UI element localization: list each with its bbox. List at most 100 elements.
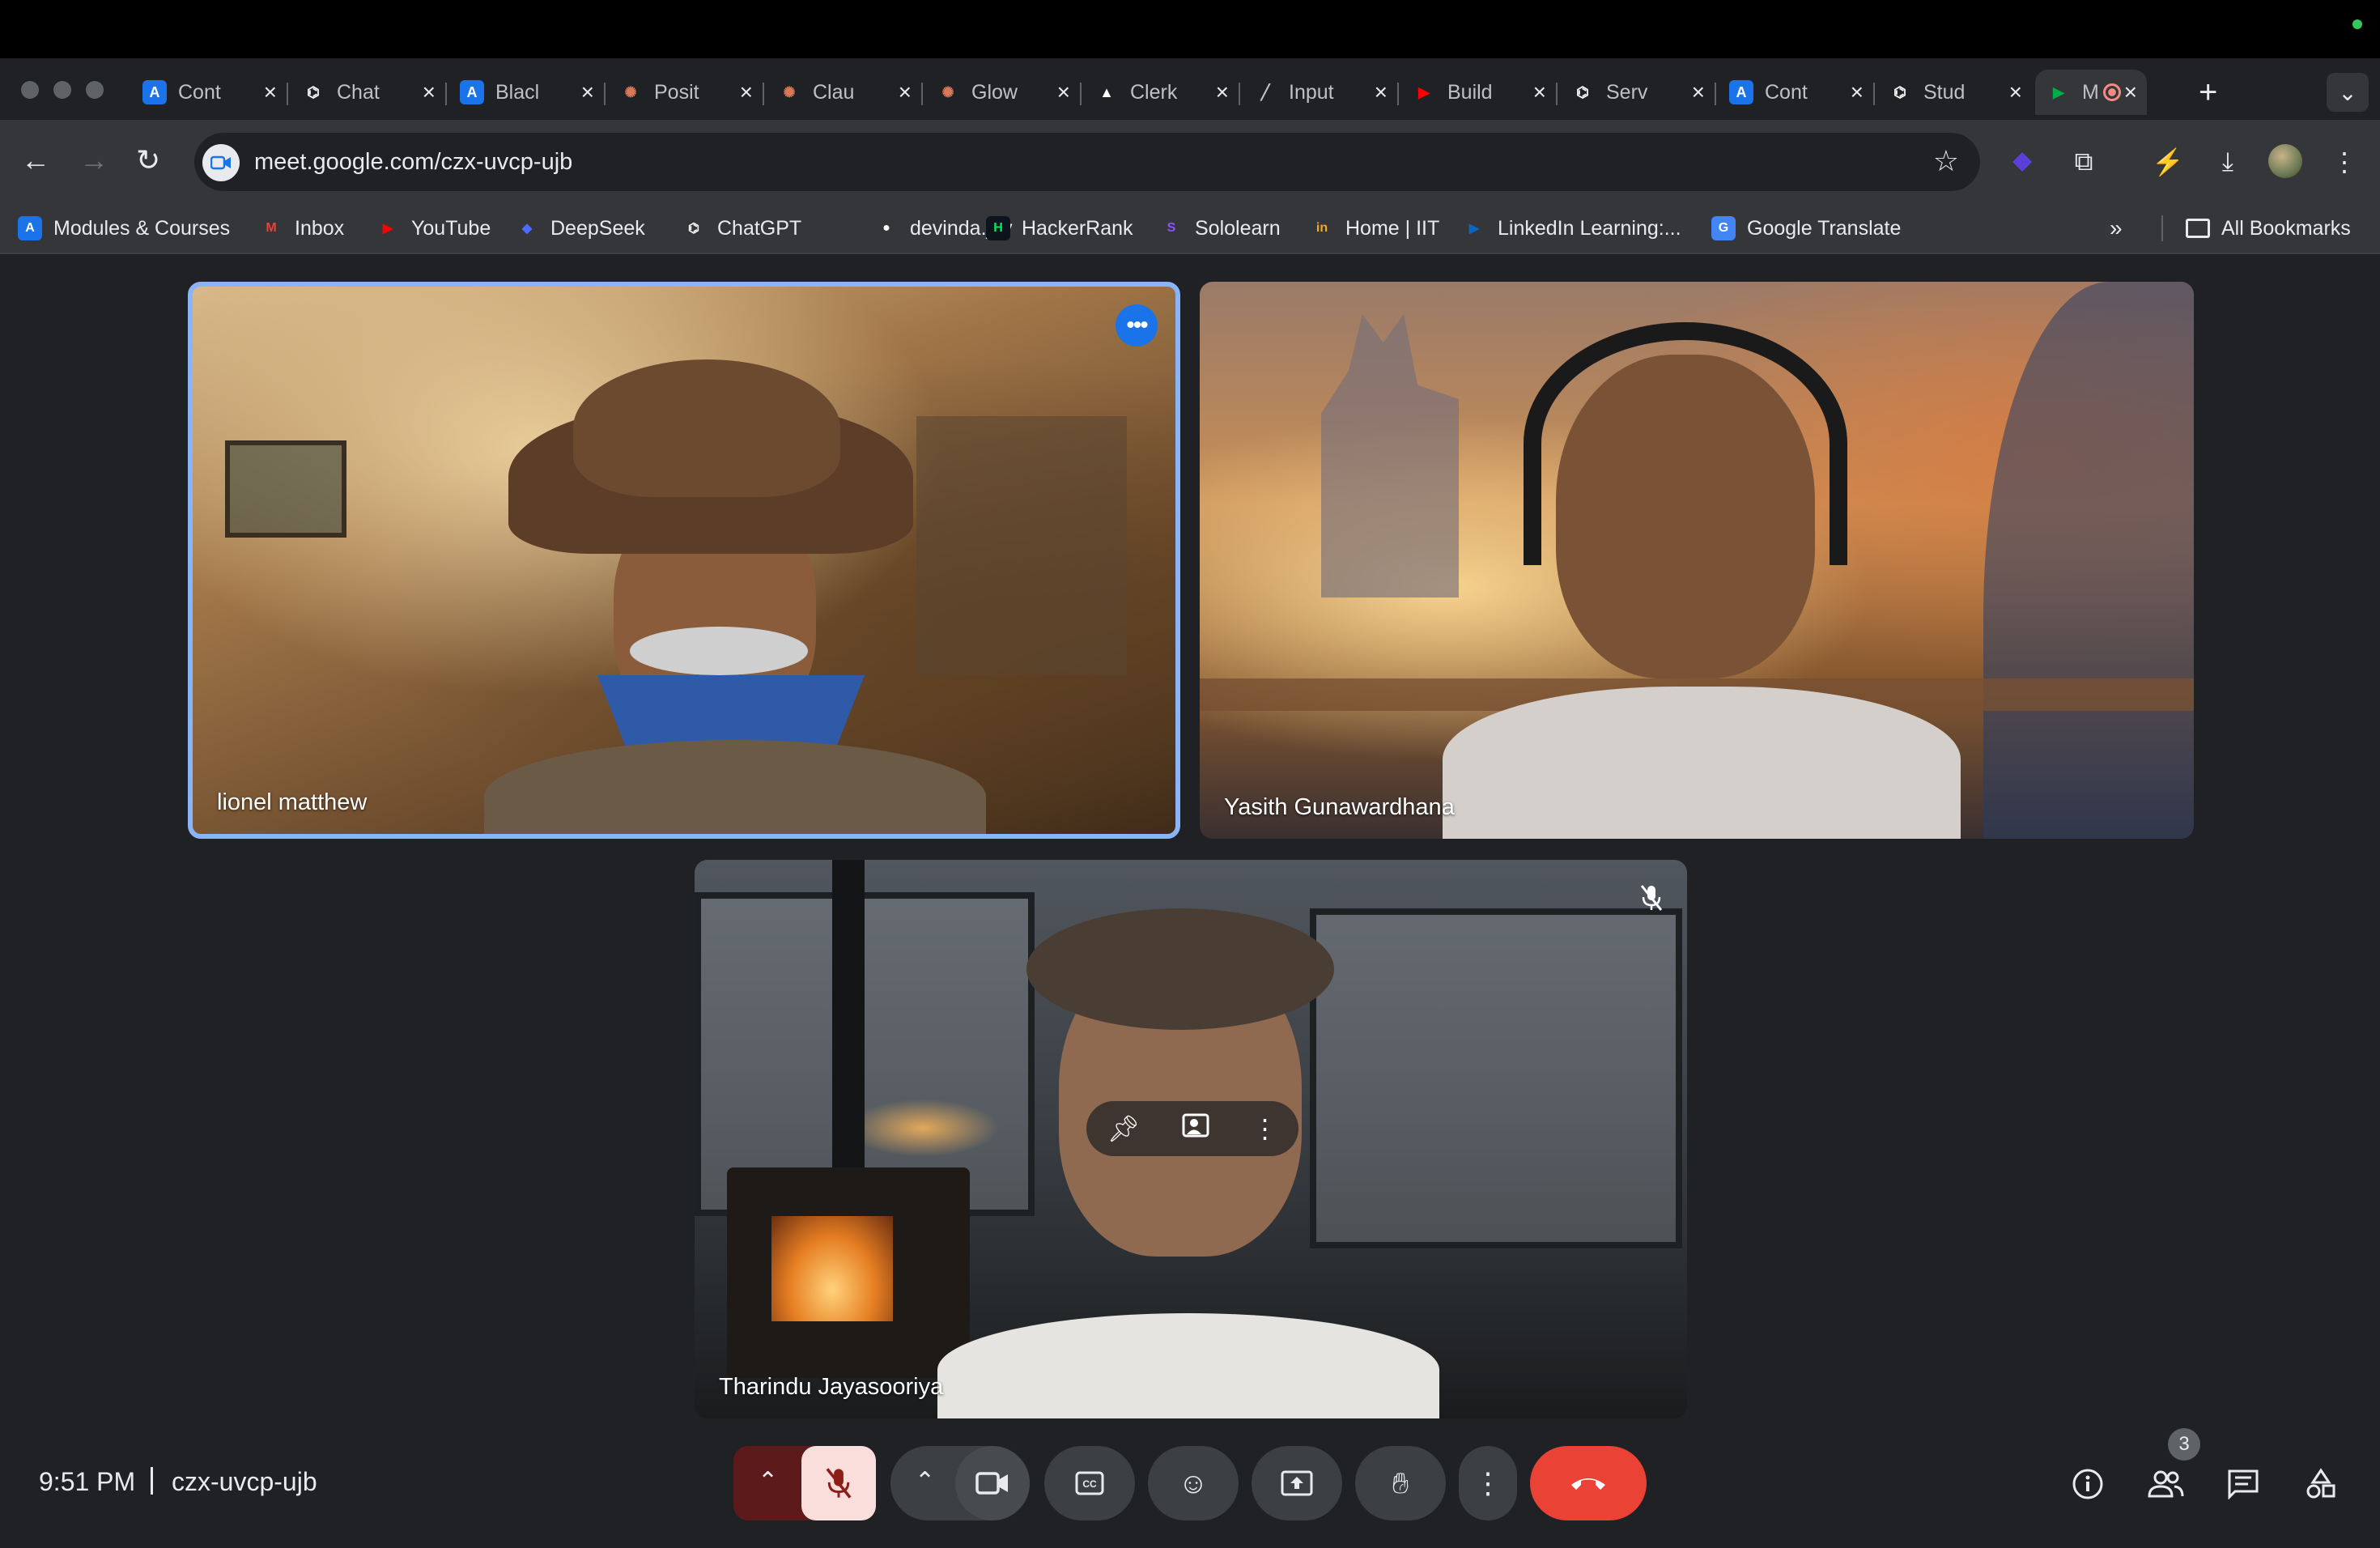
all-bookmarks-button[interactable]: All Bookmarks [2186, 214, 2351, 243]
present-screen-button[interactable] [1252, 1446, 1342, 1520]
bookmark-item[interactable]: ⌬ ChatGPT [682, 214, 801, 243]
pin-icon[interactable]: 📌︎ [1107, 1113, 1141, 1144]
video-options-button[interactable]: ⌃ [915, 1467, 935, 1495]
browser-tab[interactable]: ✺ Glow × [924, 70, 1082, 115]
svg-text:CC: CC [1082, 1478, 1097, 1490]
audio-options-button[interactable]: ⌃ [758, 1467, 778, 1495]
more-vert-icon[interactable]: ⋮ [1252, 1113, 1277, 1144]
toggle-camera-button[interactable] [955, 1446, 1030, 1520]
browser-tab[interactable]: ✺ Posit × [607, 70, 764, 115]
tab-search-button[interactable]: ⌄ [2327, 73, 2369, 112]
performance-icon[interactable]: ⚡ [2150, 144, 2186, 180]
bookmark-item[interactable]: ◆ DeepSeek [515, 214, 645, 243]
tab-title: Build [1447, 80, 1493, 104]
extensions-puzzle-icon[interactable]: ⧉ [2066, 144, 2102, 180]
bookmark-item[interactable]: H HackerRank [986, 214, 1133, 243]
tab-close-icon[interactable]: × [581, 81, 594, 104]
window-minimize-button[interactable] [53, 81, 71, 99]
participant-name: Tharindu Jayasooriya [719, 1374, 944, 1400]
frame-person-icon[interactable] [1181, 1111, 1210, 1146]
tab-title: Input [1289, 80, 1334, 104]
bookmark-item[interactable]: ▶ YouTube [376, 214, 491, 243]
bookmark-item[interactable]: ▶ LinkedIn Learning:... [1462, 214, 1681, 243]
tile-hover-controls: 📌︎ ⋮ [1086, 1101, 1298, 1156]
activities-button[interactable] [2301, 1464, 2341, 1504]
screen: A Cont × ⌬ Chat × A Blacl × ✺ Posit × ✺ Clau × ✺ Glow × ▲ C… [0, 0, 2380, 1548]
tab-close-icon[interactable]: × [740, 81, 753, 104]
browser-tab[interactable]: ▶ Build × [1400, 70, 1558, 115]
bookmark-favicon-icon: M [266, 221, 277, 235]
bookmark-item[interactable]: in Home | IIT [1310, 214, 1439, 243]
recording-indicator-icon [2103, 83, 2121, 101]
arrow-left-icon: ← [21, 143, 50, 176]
bookmark-item[interactable]: A Modules & Courses [18, 214, 230, 243]
browser-tab[interactable]: ⌬ Serv × [1559, 70, 1716, 115]
more-vert-icon: ⋮ [1473, 1466, 1502, 1499]
tab-separator [763, 83, 764, 105]
tab-close-icon[interactable]: × [1851, 81, 1864, 104]
captions-button[interactable]: CC [1044, 1446, 1135, 1520]
forward-button[interactable]: → [79, 142, 108, 178]
window-zoom-button[interactable] [86, 81, 104, 99]
reload-button[interactable]: ↻ [136, 142, 160, 178]
browser-tab[interactable]: ╱ Input × [1242, 70, 1399, 115]
browser-tab[interactable]: ▲ Clerk × [1083, 70, 1240, 115]
tile-more-options-button[interactable]: ••• [1116, 304, 1158, 347]
bookmark-item[interactable]: M Inbox [259, 214, 344, 243]
chat-button[interactable] [2223, 1464, 2263, 1504]
tab-close-icon[interactable]: × [899, 81, 912, 104]
bookmark-label: Inbox [295, 216, 345, 240]
site-info-button[interactable] [202, 144, 240, 181]
browser-tab[interactable]: A Cont × [131, 70, 288, 115]
tab-close-icon[interactable]: × [2124, 81, 2137, 104]
tab-close-icon[interactable]: × [423, 81, 436, 104]
browser-tab[interactable]: A Blacl × [448, 70, 606, 115]
browser-tab[interactable]: ⌬ Stud × [1876, 70, 2032, 115]
new-tab-button[interactable]: + [2199, 76, 2217, 108]
tab-separator [1715, 83, 1716, 105]
background-monitor [225, 440, 346, 538]
window-close-button[interactable] [21, 81, 39, 99]
browser-tab[interactable]: ▶ M × [2035, 70, 2147, 115]
tab-close-icon[interactable]: × [1375, 81, 1388, 104]
background-castle [1321, 314, 1459, 598]
tab-close-icon[interactable]: × [1692, 81, 1705, 104]
participant-shirt [937, 1313, 1439, 1418]
participant-tile-tharindu[interactable]: 📌︎ ⋮ Tharindu Jayasooriya [695, 860, 1687, 1418]
tab-close-icon[interactable]: × [1057, 81, 1070, 104]
tab-close-icon[interactable]: × [264, 81, 277, 104]
toggle-microphone-button[interactable] [801, 1446, 876, 1520]
people-icon [2148, 1470, 2184, 1498]
browser-tab[interactable]: ⌬ Chat × [290, 70, 447, 115]
tab-close-icon[interactable]: × [1533, 81, 1546, 104]
participant-tile-yasith[interactable]: Yasith Gunawardhana [1200, 282, 2194, 839]
tab-close-icon[interactable]: × [2009, 81, 2022, 104]
bookmark-item[interactable]: S Sololearn [1159, 214, 1281, 243]
people-button[interactable] [2145, 1464, 2186, 1504]
leave-call-button[interactable] [1530, 1446, 1647, 1520]
browser-tab[interactable]: ✺ Clau × [766, 70, 923, 115]
more-options-button[interactable]: ⋮ [1459, 1446, 1517, 1520]
participant-tile-lionel[interactable]: ••• lionel matthew [188, 282, 1180, 839]
bookmarks-divider [2161, 215, 2163, 241]
bookmark-star-icon[interactable]: ☆ [1933, 144, 1959, 178]
back-button[interactable]: ← [21, 142, 50, 178]
meeting-details-button[interactable] [2068, 1464, 2108, 1504]
browser-tab[interactable]: A Cont × [1718, 70, 1875, 115]
activities-shapes-icon [2306, 1468, 2335, 1499]
raise-hand-button[interactable]: ✋︎ [1355, 1446, 1446, 1520]
bookmark-favicon-icon: A [18, 216, 42, 240]
bookmarks-overflow-icon[interactable]: » [2110, 215, 2123, 241]
address-bar[interactable]: meet.google.com/czx-uvcp-ujb ☆ [194, 133, 1980, 191]
tab-separator [921, 83, 923, 105]
reactions-button[interactable]: ☺ [1148, 1446, 1239, 1520]
download-icon[interactable]: ⤓ [2210, 144, 2246, 180]
tab-close-icon[interactable]: × [1216, 81, 1229, 104]
mic-off-icon [826, 1468, 852, 1499]
profile-avatar[interactable] [2268, 144, 2302, 178]
mustache-filter [630, 627, 808, 675]
bookmark-item[interactable]: G Google Translate [1711, 214, 1901, 243]
extension-diamond-icon[interactable] [2004, 144, 2040, 180]
camera-indicator-dot [2352, 19, 2362, 29]
chrome-menu-icon[interactable]: ⋮ [2327, 144, 2362, 180]
